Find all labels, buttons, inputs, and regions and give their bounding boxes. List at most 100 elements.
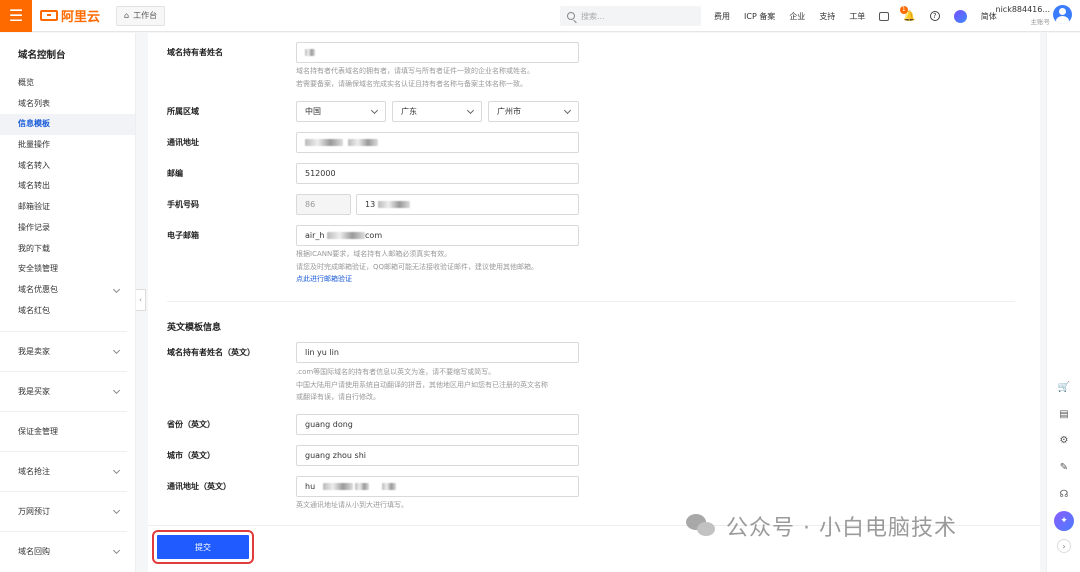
sidebar-item-discount-pack[interactable]: 域名优惠包 (0, 280, 135, 301)
ai-assistant-icon[interactable] (953, 9, 967, 23)
search-placeholder: 搜索... (581, 11, 605, 21)
nav-link-ticket[interactable]: 工单 (849, 11, 865, 22)
ai-assistant-icon[interactable]: ✦ (1054, 511, 1074, 531)
country-select[interactable]: 中国 (296, 101, 386, 122)
help-line: 或翻译有误，请自行修改。 (296, 393, 380, 401)
sidebar-item-email-verify[interactable]: 邮箱验证 (0, 197, 135, 218)
email-prefix: air_h (305, 231, 325, 240)
sidebar-item-security-lock[interactable]: 安全锁管理 (0, 259, 135, 280)
masked-text (327, 232, 366, 239)
city-select[interactable]: 广州市 (488, 101, 579, 122)
menu-icon[interactable]: ☰ (0, 0, 32, 32)
masked-text (377, 201, 410, 208)
masked-text (322, 483, 353, 490)
sidebar-item-domain-list[interactable]: 域名列表 (0, 94, 135, 115)
user-role: 主账号 (1030, 18, 1051, 26)
sidebar-item-transfer-in[interactable]: 域名转入 (0, 156, 135, 177)
sidebar-group-snatch[interactable]: 域名抢注 (0, 451, 127, 491)
chevron-down-icon (112, 507, 121, 515)
address-input[interactable] (296, 132, 579, 153)
phone-code-value: 86 (305, 200, 316, 209)
edit-icon[interactable]: ✎ (1058, 461, 1070, 473)
gear-icon[interactable]: ⚙ (1058, 434, 1070, 446)
english-province-input[interactable]: guang dong (296, 414, 579, 435)
sidebar-item-info-template[interactable]: 信息模板 (0, 114, 135, 136)
sidebar-group-label: 我是卖家 (18, 347, 50, 357)
english-province-label: 省份（英文） (167, 420, 215, 429)
sidebar-item-operation-log[interactable]: 操作记录 (0, 218, 135, 239)
wechat-icon (686, 514, 716, 538)
country-value: 中国 (305, 107, 321, 116)
help-line: 域名持有者代表域名的拥有者，请填写与所有者证件一致的企业名称或姓名。 (296, 67, 534, 75)
sidebar-item-batch[interactable]: 批量操作 (0, 135, 135, 156)
help-line: 请您及时完成邮箱验证，QQ邮箱可能无法接收验证邮件，建议使用其他邮箱。 (296, 262, 539, 271)
english-address-input[interactable]: hu (296, 476, 579, 497)
english-owner-help: .com等国际域名的持有者信息以英文为准，请不要缩写或简写。 中国大陆用户请使用… (296, 366, 548, 404)
bell-icon[interactable]: 🔔 1 (899, 5, 916, 22)
postcode-input[interactable]: 512000 (296, 163, 579, 184)
help-line: 中国大陆用户请使用系统自动翻译的拼音，其他地区用户如您有已注册的英文名称 (296, 380, 548, 389)
english-city-input[interactable]: guang zhou shi (296, 445, 579, 466)
sidebar-group-label: 我是买家 (18, 387, 50, 397)
avatar[interactable] (1053, 5, 1072, 24)
english-owner-input[interactable]: lin yu lin (296, 342, 579, 363)
sidebar-group-label: 保证金管理 (18, 427, 58, 437)
user-info[interactable]: nick884416... 主账号 (996, 4, 1051, 28)
sidebar-group-buyback[interactable]: 域名回购 (0, 531, 127, 571)
document-icon[interactable]: ▤ (1058, 408, 1070, 420)
masked-text (382, 483, 397, 490)
aliyun-logo[interactable]: 阿里云 (40, 6, 100, 25)
sidebar-item-transfer-out[interactable]: 域名转出 (0, 176, 135, 197)
chevron-down-icon (112, 467, 121, 475)
email-input[interactable]: air_h com (296, 225, 579, 246)
chevron-down-icon (112, 547, 121, 555)
cart-icon[interactable]: 🛒 (1058, 381, 1070, 393)
sidebar-item-red-packet[interactable]: 域名红包 (0, 301, 135, 322)
sidebar-group-reserve[interactable]: 万网预订 (0, 491, 127, 531)
phone-input[interactable]: 13 (356, 194, 579, 215)
help-icon[interactable]: ? (929, 11, 940, 21)
sidebar-item-overview[interactable]: 概览 (0, 73, 135, 94)
search-input[interactable]: 搜索... (560, 6, 701, 26)
english-province-value: guang dong (305, 420, 353, 429)
sidebar-item-label: 域名优惠包 (18, 284, 58, 294)
owner-name-label: 域名持有者姓名 (167, 48, 223, 57)
masked-text (355, 483, 370, 490)
submit-button[interactable]: 提交 (152, 530, 254, 564)
chevron-right-icon[interactable]: › (1057, 539, 1071, 553)
email-verify-link[interactable]: 点此进行邮箱验证 (296, 273, 538, 286)
user-name: nick884416... (995, 5, 1051, 14)
masked-text (348, 139, 379, 146)
sidebar-group-label: 域名抢注 (18, 467, 50, 477)
home-icon: ⌂ (124, 11, 130, 20)
owner-name-help: 域名持有者代表域名的拥有者，请填写与所有者证件一致的企业名称或姓名。 若需要备案… (296, 65, 534, 90)
nav-link-icp[interactable]: ICP 备案 (744, 11, 775, 22)
sidebar-item-downloads[interactable]: 我的下载 (0, 239, 135, 260)
nav-link-support[interactable]: 支持 (819, 11, 835, 22)
chevron-down-icon (466, 106, 475, 115)
sidebar-group-seller[interactable]: 我是卖家 (0, 331, 127, 371)
sidebar-collapse-button[interactable]: ‹ (136, 289, 146, 311)
nav-link-enterprise[interactable]: 企业 (789, 11, 805, 22)
phone-label: 手机号码 (167, 200, 199, 209)
chevron-down-icon (112, 347, 121, 355)
province-select[interactable]: 广东 (392, 101, 482, 122)
nav-link-fees[interactable]: 费用 (714, 11, 730, 22)
logo-text: 阿里云 (61, 10, 101, 25)
english-city-label: 城市（英文） (167, 451, 215, 460)
postcode-label: 邮编 (167, 169, 183, 178)
phone-prefix: 13 (365, 200, 376, 209)
owner-name-input[interactable] (296, 42, 579, 63)
email-label: 电子邮箱 (167, 231, 199, 240)
chevron-down-icon (370, 106, 379, 115)
headset-icon[interactable]: ☊ (1058, 488, 1070, 500)
email-suffix: com (365, 231, 383, 240)
english-city-value: guang zhou shi (305, 451, 366, 460)
wechat-watermark: 公众号 · 小白电脑技术 (686, 510, 957, 542)
workbench-button[interactable]: ⌂ 工作台 (116, 5, 166, 26)
chevron-down-icon (112, 285, 121, 293)
language-switch[interactable]: 简体 (981, 11, 997, 22)
sidebar-group-buyer[interactable]: 我是买家 (0, 371, 127, 411)
terminal-icon[interactable] (879, 11, 890, 21)
sidebar-group-deposit[interactable]: 保证金管理 (0, 411, 127, 451)
